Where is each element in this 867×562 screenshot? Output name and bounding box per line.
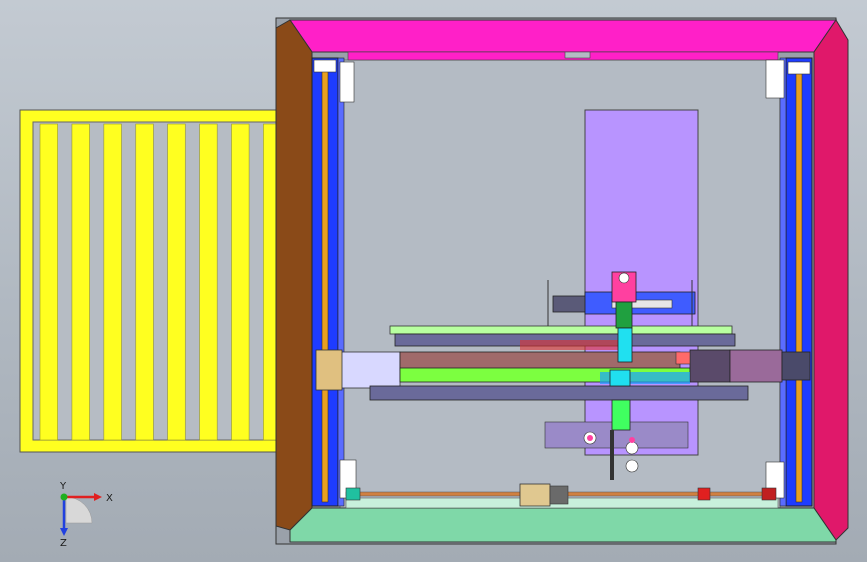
cad-model-canvas[interactable]: X Y Z (0, 0, 867, 562)
back-panel[interactable] (584, 109, 699, 456)
roller-bar (167, 123, 186, 441)
roller-bar (39, 123, 58, 441)
roller-bar (135, 123, 154, 441)
frame-right-beam[interactable] (813, 19, 849, 541)
coordinate-triad[interactable]: X Y Z (59, 481, 113, 549)
machine-frame[interactable] (275, 17, 849, 545)
frame-left-beam[interactable] (275, 19, 313, 531)
frame-bottom-beam[interactable] (289, 507, 837, 543)
frame-top-beam[interactable] (289, 19, 837, 53)
roller-bar (71, 123, 90, 441)
cad-viewport[interactable]: X Y Z (0, 0, 867, 562)
y-axis-label: Y (59, 481, 67, 492)
z-axis-label: Z (60, 538, 67, 549)
roller-bar (199, 123, 218, 441)
x-axis-label: X (106, 493, 113, 504)
motor-block[interactable] (519, 483, 551, 507)
roller-bar (231, 123, 250, 441)
y-axis-dot (60, 493, 68, 501)
roller-bar (103, 123, 122, 441)
